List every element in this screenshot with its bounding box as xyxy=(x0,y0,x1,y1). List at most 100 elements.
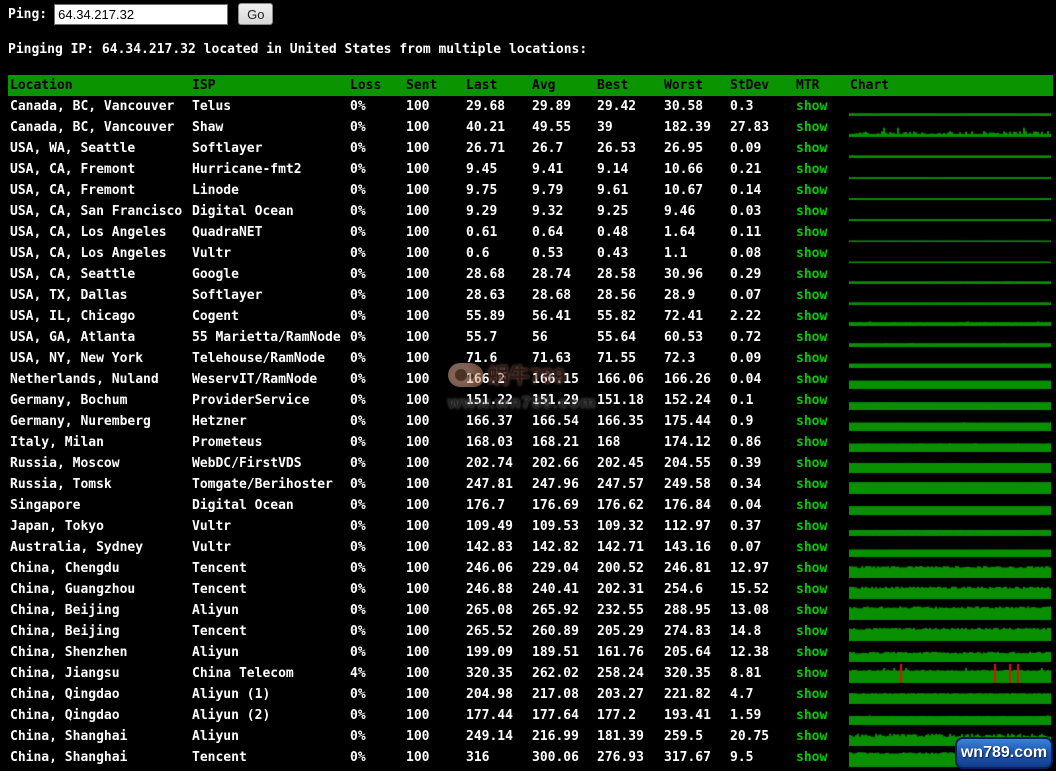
cell-isp: Vultr xyxy=(190,516,348,537)
mtr-show-link[interactable]: show xyxy=(796,456,827,471)
cell-best: 176.62 xyxy=(595,495,662,516)
mtr-show-link[interactable]: show xyxy=(796,687,827,702)
ping-ip-input[interactable] xyxy=(54,4,228,25)
mtr-show-link[interactable]: show xyxy=(796,267,827,282)
cell-mtr: show xyxy=(794,432,848,453)
status-suffix: from multiple locations: xyxy=(392,42,588,57)
cell-location: China, Chengdu xyxy=(8,558,190,579)
cell-avg: 202.66 xyxy=(530,453,595,474)
mtr-show-link[interactable]: show xyxy=(796,477,827,492)
cell-sent: 100 xyxy=(404,201,464,222)
cell-best: 26.53 xyxy=(595,138,662,159)
latency-sparkline xyxy=(849,117,1051,138)
mtr-show-link[interactable]: show xyxy=(796,645,827,660)
cell-chart xyxy=(848,558,1053,579)
cell-isp: ProviderService xyxy=(190,390,348,411)
cell-location: China, Shanghai xyxy=(8,747,190,768)
mtr-show-link[interactable]: show xyxy=(796,498,827,513)
cell-mtr: show xyxy=(794,327,848,348)
mtr-show-link[interactable]: show xyxy=(796,414,827,429)
mtr-show-link[interactable]: show xyxy=(796,309,827,324)
column-header-location: Location xyxy=(8,75,190,96)
mtr-show-link[interactable]: show xyxy=(796,162,827,177)
mtr-show-link[interactable]: show xyxy=(796,582,827,597)
mtr-show-link[interactable]: show xyxy=(796,603,827,618)
cell-chart xyxy=(848,537,1053,558)
mtr-show-link[interactable]: show xyxy=(796,729,827,744)
cell-stdev: 0.9 xyxy=(728,411,794,432)
mtr-show-link[interactable]: show xyxy=(796,393,827,408)
cell-mtr: show xyxy=(794,159,848,180)
cell-stdev: 4.7 xyxy=(728,684,794,705)
mtr-show-link[interactable]: show xyxy=(796,225,827,240)
cell-chart xyxy=(848,306,1053,327)
wn789-badge[interactable]: wn789.com xyxy=(955,737,1053,769)
table-row: USA, CA, Los AngelesQuadraNET0%1000.610.… xyxy=(8,222,1053,243)
cell-isp: Hetzner xyxy=(190,411,348,432)
cell-chart xyxy=(848,327,1053,348)
cell-last: 28.68 xyxy=(464,264,530,285)
cell-isp: QuadraNET xyxy=(190,222,348,243)
cell-chart xyxy=(848,369,1053,390)
mtr-show-link[interactable]: show xyxy=(796,666,827,681)
mtr-show-link[interactable]: show xyxy=(796,708,827,723)
cell-last: 9.29 xyxy=(464,201,530,222)
cell-worst: 175.44 xyxy=(662,411,728,432)
go-button[interactable]: Go xyxy=(238,3,273,25)
mtr-show-link[interactable]: show xyxy=(796,750,827,765)
cell-isp: Cogent xyxy=(190,306,348,327)
cell-best: 200.52 xyxy=(595,558,662,579)
status-line: Pinging IP: 64.34.217.32 located in Unit… xyxy=(8,42,587,57)
cell-avg: 9.41 xyxy=(530,159,595,180)
cell-chart xyxy=(848,684,1053,705)
cell-best: 71.55 xyxy=(595,348,662,369)
mtr-show-link[interactable]: show xyxy=(796,141,827,156)
cell-avg: 0.53 xyxy=(530,243,595,264)
cell-chart xyxy=(848,642,1053,663)
cell-best: 258.24 xyxy=(595,663,662,684)
cell-mtr: show xyxy=(794,411,848,432)
table-row: China, ChengduTencent0%100246.06229.0420… xyxy=(8,558,1053,579)
cell-chart xyxy=(848,243,1053,264)
cell-stdev: 12.97 xyxy=(728,558,794,579)
cell-sent: 100 xyxy=(404,579,464,600)
mtr-show-link[interactable]: show xyxy=(796,183,827,198)
mtr-show-link[interactable]: show xyxy=(796,372,827,387)
cell-best: 55.64 xyxy=(595,327,662,348)
cell-loss: 4% xyxy=(348,663,404,684)
cell-stdev: 0.04 xyxy=(728,369,794,390)
cell-last: 166.37 xyxy=(464,411,530,432)
mtr-show-link[interactable]: show xyxy=(796,435,827,450)
cell-avg: 28.74 xyxy=(530,264,595,285)
cell-sent: 100 xyxy=(404,600,464,621)
cell-isp: Vultr xyxy=(190,537,348,558)
mtr-show-link[interactable]: show xyxy=(796,519,827,534)
cell-location: USA, TX, Dallas xyxy=(8,285,190,306)
cell-location: Japan, Tokyo xyxy=(8,516,190,537)
cell-worst: 320.35 xyxy=(662,663,728,684)
cell-worst: 205.64 xyxy=(662,642,728,663)
cell-location: USA, GA, Atlanta xyxy=(8,327,190,348)
cell-isp: WeservIT/RamNode xyxy=(190,369,348,390)
mtr-show-link[interactable]: show xyxy=(796,288,827,303)
mtr-show-link[interactable]: show xyxy=(796,624,827,639)
cell-location: Russia, Tomsk xyxy=(8,474,190,495)
cell-location: China, Jiangsu xyxy=(8,663,190,684)
mtr-show-link[interactable]: show xyxy=(796,540,827,555)
cell-mtr: show xyxy=(794,369,848,390)
mtr-show-link[interactable]: show xyxy=(796,204,827,219)
cell-avg: 177.64 xyxy=(530,705,595,726)
cell-mtr: show xyxy=(794,600,848,621)
table-row: Italy, MilanPrometeus0%100168.03168.2116… xyxy=(8,432,1053,453)
cell-stdev: 8.81 xyxy=(728,663,794,684)
mtr-show-link[interactable]: show xyxy=(796,120,827,135)
mtr-show-link[interactable]: show xyxy=(796,330,827,345)
cell-avg: 260.89 xyxy=(530,621,595,642)
cell-sent: 100 xyxy=(404,348,464,369)
mtr-show-link[interactable]: show xyxy=(796,351,827,366)
cell-mtr: show xyxy=(794,201,848,222)
mtr-show-link[interactable]: show xyxy=(796,99,827,114)
mtr-show-link[interactable]: show xyxy=(796,246,827,261)
mtr-show-link[interactable]: show xyxy=(796,561,827,576)
column-header-stdev: StDev xyxy=(728,75,794,96)
